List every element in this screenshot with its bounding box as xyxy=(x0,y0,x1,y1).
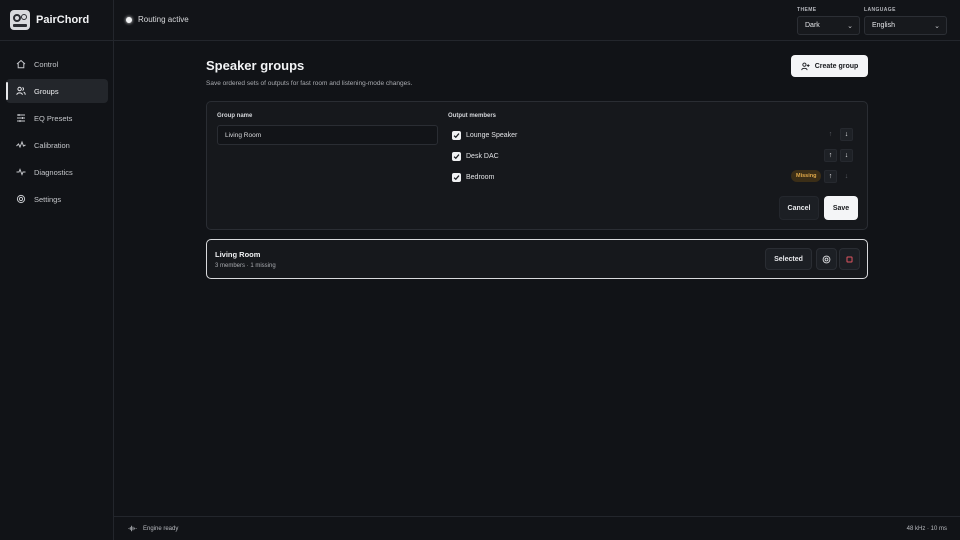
member-row: Desk DAC xyxy=(452,149,499,163)
delete-group-button[interactable] xyxy=(839,248,860,270)
sidebar-item-settings[interactable]: Settings xyxy=(6,187,108,211)
sidebar-item-groups[interactable]: Groups xyxy=(6,79,108,103)
member-name: Desk DAC xyxy=(466,152,499,160)
engine-status: Engine ready xyxy=(128,524,178,533)
check-icon xyxy=(453,132,460,138)
selected-button[interactable]: Selected xyxy=(765,248,812,270)
sidebar-item-label: Settings xyxy=(34,194,62,204)
member-row: Lounge Speaker xyxy=(452,128,517,142)
group-name-input[interactable]: Living Room xyxy=(217,125,438,145)
member-row: Bedroom xyxy=(452,170,494,184)
language-value: English xyxy=(872,22,895,29)
sidebar-divider xyxy=(113,0,114,540)
theme-select[interactable]: Dark ⌄ xyxy=(797,16,860,35)
app-name: PairChord xyxy=(36,14,90,26)
sidebar-item-control[interactable]: Control xyxy=(6,52,108,76)
check-icon xyxy=(453,153,460,159)
sidebar-item-label: Diagnostics xyxy=(34,167,73,177)
gear-icon xyxy=(16,194,26,204)
chevron-down-icon: ⌄ xyxy=(847,22,853,30)
sidebar-item-label: Calibration xyxy=(34,140,70,150)
audio-format: 48 kHz · 10 ms xyxy=(906,526,947,532)
page-subtitle: Save ordered sets of outputs for fast ro… xyxy=(206,80,413,87)
stop-icon xyxy=(846,255,853,263)
create-group-label: Create group xyxy=(814,62,859,70)
sidebar-item-eq-presets[interactable]: EQ Presets xyxy=(6,106,108,130)
group-meta: 3 members · 1 missing xyxy=(215,263,276,269)
output-members-label: Output members xyxy=(448,113,497,119)
pulse-icon xyxy=(16,167,26,177)
add-user-icon xyxy=(800,62,810,70)
group-editor: Group name Living Room Output members Lo… xyxy=(206,101,868,230)
check-icon xyxy=(453,174,460,180)
top-bar: PairChord Routing active THEME Dark ⌄ LA… xyxy=(0,0,960,41)
sidebar-item-label: EQ Presets xyxy=(34,113,73,123)
status-dot-icon xyxy=(126,16,132,23)
member-name: Lounge Speaker xyxy=(466,131,518,139)
waveform-icon xyxy=(16,140,26,150)
page-title: Speaker groups xyxy=(206,58,305,73)
routing-status: Routing active xyxy=(126,15,189,24)
chevron-down-icon: ⌄ xyxy=(934,22,940,30)
sidebar-item-label: Control xyxy=(34,59,59,69)
move-up-button[interactable]: ↑ xyxy=(824,170,837,183)
move-up-button[interactable]: ↑ xyxy=(824,149,837,162)
waveform-icon xyxy=(128,525,137,532)
group-list-item[interactable]: Living Room 3 members · 1 missing Select… xyxy=(206,239,868,279)
move-up-button[interactable]: ↑ xyxy=(824,128,837,141)
group-name: Living Room xyxy=(215,250,261,259)
users-icon xyxy=(16,86,26,96)
move-down-button[interactable]: ↓ xyxy=(840,170,853,183)
save-button[interactable]: Save xyxy=(824,196,858,220)
brand: PairChord xyxy=(10,9,89,31)
edit-group-button[interactable] xyxy=(816,248,837,270)
member-checkbox[interactable] xyxy=(452,172,461,182)
member-checkbox[interactable] xyxy=(452,151,461,161)
engine-status-text: Engine ready xyxy=(143,525,179,532)
missing-badge: Missing xyxy=(791,170,822,182)
language-control: LANGUAGE English ⌄ xyxy=(864,7,947,35)
cancel-button[interactable]: Cancel xyxy=(779,196,819,220)
group-name-label: Group name xyxy=(217,113,253,119)
home-icon xyxy=(16,59,26,69)
language-label: LANGUAGE xyxy=(864,7,896,13)
sidebar-item-label: Groups xyxy=(34,86,59,96)
theme-control: THEME Dark ⌄ xyxy=(797,7,860,35)
move-down-button[interactable]: ↓ xyxy=(840,149,853,162)
app-logo xyxy=(10,10,30,30)
sidebar-nav: Control Groups EQ Presets Calibration Di… xyxy=(6,52,108,214)
member-checkbox[interactable] xyxy=(452,130,461,140)
language-select[interactable]: English ⌄ xyxy=(864,16,947,35)
status-footer: Engine ready 48 kHz · 10 ms xyxy=(114,516,960,540)
member-name: Bedroom xyxy=(466,173,495,181)
sidebar-item-diagnostics[interactable]: Diagnostics xyxy=(6,160,108,184)
create-group-button[interactable]: Create group xyxy=(791,55,868,77)
sidebar-item-calibration[interactable]: Calibration xyxy=(6,133,108,157)
theme-label: THEME xyxy=(797,7,817,13)
move-down-button[interactable]: ↓ xyxy=(840,128,853,141)
target-icon xyxy=(822,255,831,263)
status-text: Routing active xyxy=(138,15,189,24)
theme-value: Dark xyxy=(805,22,820,29)
sliders-icon xyxy=(16,113,26,123)
